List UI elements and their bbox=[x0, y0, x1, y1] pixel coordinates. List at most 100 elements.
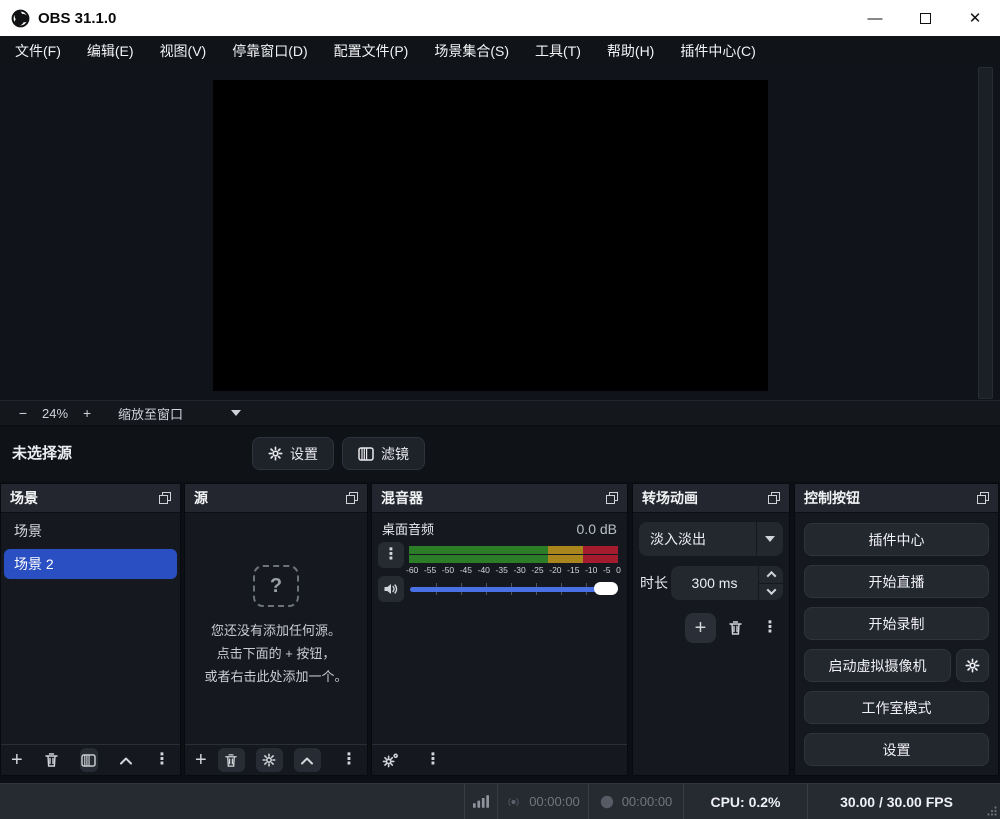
mixer-dock-header: 混音器 bbox=[372, 484, 627, 513]
gear-icon bbox=[965, 658, 980, 673]
duration-increase-button[interactable] bbox=[759, 566, 783, 584]
plugin-center-button[interactable]: 插件中心 bbox=[804, 523, 989, 556]
menu-plugin-center[interactable]: 插件中心(C) bbox=[667, 36, 768, 66]
volume-meter bbox=[409, 546, 618, 563]
popout-icon[interactable] bbox=[159, 492, 171, 504]
duration-decrease-button[interactable] bbox=[759, 584, 783, 601]
menu-edit[interactable]: 编辑(E) bbox=[74, 36, 147, 66]
volume-slider-handle[interactable] bbox=[594, 582, 618, 595]
no-source-label: 未选择源 bbox=[12, 427, 72, 481]
scenes-dock: 场景 场景 场景 2 + ⋮ bbox=[0, 483, 181, 776]
scene-item-selected[interactable]: 场景 2 bbox=[4, 549, 177, 579]
titlebar: OBS 31.1.0 — ✕ bbox=[0, 0, 1000, 36]
duration-spinbox[interactable]: 300 ms bbox=[671, 566, 783, 600]
menubar: 文件(F) 编辑(E) 视图(V) 停靠窗口(D) 配置文件(P) 场景集合(S… bbox=[0, 36, 1000, 66]
minimize-button[interactable]: — bbox=[850, 0, 900, 36]
volume-meter-bar-right bbox=[409, 555, 618, 563]
fit-mode-select[interactable]: 缩放至窗口 bbox=[118, 404, 183, 423]
close-button[interactable]: ✕ bbox=[950, 0, 1000, 36]
chevron-down-icon bbox=[766, 585, 776, 595]
statusbar: 00:00:00 00:00:00 CPU: 0.2% 30.00 / 30.0… bbox=[0, 783, 1000, 819]
gear-icon bbox=[268, 446, 283, 461]
studio-mode-button[interactable]: 工作室模式 bbox=[804, 691, 989, 724]
scenes-dock-header: 场景 bbox=[1, 484, 180, 513]
chevron-down-icon bbox=[756, 522, 783, 556]
start-streaming-button[interactable]: 开始直播 bbox=[804, 565, 989, 598]
menu-file[interactable]: 文件(F) bbox=[2, 36, 74, 66]
remove-transition-button[interactable] bbox=[723, 613, 747, 643]
menu-profile[interactable]: 配置文件(P) bbox=[321, 36, 422, 66]
scenes-toolbar: + ⋮ bbox=[1, 744, 180, 775]
filters-button-label: 滤镜 bbox=[381, 444, 409, 464]
controls-dock: 控制按钮 插件中心 开始直播 开始录制 启动虚拟摄像机 工作室模式 设置 bbox=[794, 483, 999, 776]
sources-list-empty[interactable]: ? 您还没有添加任何源。 点击下面的 + 按钮， 或者右击此处添加一个。 bbox=[185, 513, 367, 744]
menu-tools[interactable]: 工具(T) bbox=[522, 36, 594, 66]
sources-toolbar: + ⋮ bbox=[185, 744, 367, 775]
scenes-list: 场景 场景 2 bbox=[1, 513, 180, 744]
channel-menu-button[interactable]: ⋮ bbox=[378, 542, 404, 568]
menu-docks[interactable]: 停靠窗口(D) bbox=[219, 36, 320, 66]
popout-icon[interactable] bbox=[768, 492, 780, 504]
popout-icon[interactable] bbox=[346, 492, 358, 504]
filters-button[interactable]: 滤镜 bbox=[342, 437, 425, 470]
source-properties-button[interactable] bbox=[256, 748, 283, 772]
start-recording-button[interactable]: 开始录制 bbox=[804, 607, 989, 640]
resize-grip[interactable] bbox=[985, 784, 1000, 819]
chevron-up-icon bbox=[766, 571, 776, 581]
volume-slider[interactable] bbox=[410, 580, 618, 598]
transitions-body: 淡入淡出 时长 300 ms + ⋮ bbox=[633, 513, 789, 775]
controls-dock-title: 控制按钮 bbox=[804, 488, 860, 508]
transition-select[interactable]: 淡入淡出 bbox=[639, 522, 783, 556]
fit-mode-dropdown-icon[interactable] bbox=[231, 410, 241, 416]
menu-help[interactable]: 帮助(H) bbox=[594, 36, 667, 66]
fps-value: 30.00 / 30.00 FPS bbox=[840, 794, 953, 810]
add-transition-button[interactable]: + bbox=[685, 613, 716, 643]
maximize-button[interactable] bbox=[900, 0, 950, 36]
transition-menu-button[interactable]: ⋮ bbox=[762, 613, 778, 643]
window-title: OBS 31.1.0 bbox=[38, 10, 116, 27]
add-source-button[interactable]: + bbox=[195, 750, 207, 770]
properties-button[interactable]: 设置 bbox=[252, 437, 334, 470]
filters-icon bbox=[358, 447, 374, 461]
maximize-icon bbox=[920, 13, 931, 24]
mixer-menu-button[interactable]: ⋮ bbox=[425, 752, 441, 768]
audio-channel-name: 桌面音频 bbox=[382, 519, 434, 538]
remove-scene-button[interactable] bbox=[44, 752, 59, 768]
sources-menu-button[interactable]: ⋮ bbox=[341, 752, 357, 768]
move-source-up-button[interactable] bbox=[294, 748, 321, 772]
virtual-camera-settings-button[interactable] bbox=[956, 649, 989, 682]
question-mark-icon: ? bbox=[253, 565, 299, 607]
menu-view[interactable]: 视图(V) bbox=[147, 36, 220, 66]
transition-selected-value: 淡入淡出 bbox=[639, 529, 756, 549]
transitions-dock-title: 转场动画 bbox=[642, 488, 698, 508]
popout-icon[interactable] bbox=[606, 492, 618, 504]
advanced-audio-button[interactable] bbox=[382, 753, 399, 768]
duration-value[interactable]: 300 ms bbox=[671, 566, 758, 600]
zoom-out-button[interactable]: − bbox=[14, 405, 32, 421]
settings-button[interactable]: 设置 bbox=[804, 733, 989, 766]
scene-filters-button[interactable] bbox=[80, 748, 98, 772]
recording-status-icon bbox=[600, 795, 614, 809]
stream-timer: 00:00:00 bbox=[529, 794, 580, 809]
zoom-in-button[interactable]: + bbox=[78, 405, 96, 421]
mixer-dock-title: 混音器 bbox=[381, 488, 423, 508]
move-scene-up-button[interactable] bbox=[119, 756, 133, 765]
obs-window: OBS 31.1.0 — ✕ 文件(F) 编辑(E) 视图(V) 停靠窗口(D)… bbox=[0, 0, 1000, 819]
scene-transitions-dock: 转场动画 淡入淡出 时长 300 ms + bbox=[632, 483, 790, 776]
meter-scale: -60 -55 -50 -45 -40 -35 -30 -25 -20 -15 … bbox=[406, 565, 621, 575]
scenes-menu-button[interactable]: ⋮ bbox=[154, 752, 170, 768]
record-time-segment: 00:00:00 bbox=[588, 784, 683, 819]
menu-scene-collection[interactable]: 场景集合(S) bbox=[421, 36, 522, 66]
popout-icon[interactable] bbox=[977, 492, 989, 504]
mixer-body: 桌面音频 0.0 dB ⋮ -60 -55 -50 -45 -40 -35 -3… bbox=[372, 513, 627, 744]
mute-button[interactable] bbox=[378, 576, 404, 602]
add-scene-button[interactable]: + bbox=[11, 750, 23, 770]
audio-mixer-dock: 混音器 桌面音频 0.0 dB ⋮ -60 -55 -50 -45 -40 -3… bbox=[371, 483, 628, 776]
preview-vertical-scrollbar[interactable] bbox=[978, 67, 993, 399]
start-virtual-camera-button[interactable]: 启动虚拟摄像机 bbox=[804, 649, 951, 682]
audio-channel-level: 0.0 dB bbox=[577, 521, 617, 537]
controls-dock-header: 控制按钮 bbox=[795, 484, 998, 513]
remove-source-button[interactable] bbox=[218, 748, 245, 772]
scene-item[interactable]: 场景 bbox=[4, 516, 177, 546]
controls-body: 插件中心 开始直播 开始录制 启动虚拟摄像机 工作室模式 设置 bbox=[795, 513, 998, 775]
